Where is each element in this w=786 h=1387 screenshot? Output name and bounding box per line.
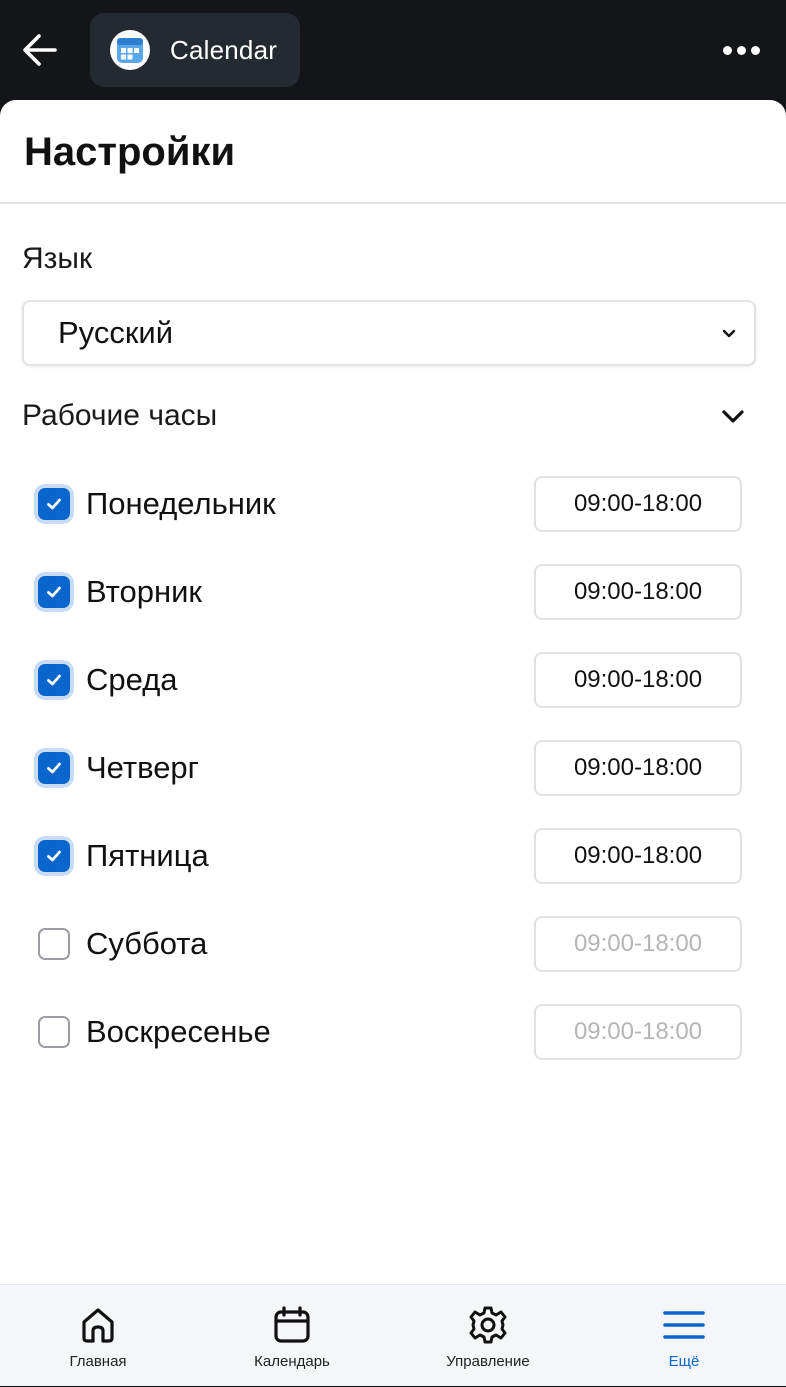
page-title: Настройки <box>24 130 236 174</box>
day-checkbox[interactable] <box>38 488 70 520</box>
day-row-sunday: Воскресенье 09:00-18:00 <box>0 1004 786 1060</box>
checkmark-icon <box>47 498 61 510</box>
checkmark-icon <box>47 586 61 598</box>
nav-label: Календарь <box>254 1353 330 1370</box>
nav-label: Главная <box>69 1353 127 1370</box>
chevron-down-icon <box>722 329 736 338</box>
day-label: Вторник <box>86 574 202 609</box>
chevron-down-icon <box>722 410 744 423</box>
day-label: Четверг <box>86 750 199 785</box>
day-row-tuesday: Вторник 09:00-18:00 <box>0 564 786 620</box>
settings-sheet: Настройки Язык Русский Рабочие часы Поне… <box>0 100 786 1284</box>
nav-item-calendar[interactable]: Календарь <box>194 1285 390 1387</box>
bottom-nav: Главная Календарь Управление Ещё <box>0 1284 786 1386</box>
hours-input[interactable]: 09:00-18:00 <box>534 564 742 620</box>
checkmark-icon <box>47 762 61 774</box>
top-bar: Calendar <box>0 0 786 100</box>
calendar-app-icon <box>110 30 150 70</box>
day-row-monday: Понедельник 09:00-18:00 <box>0 476 786 532</box>
nav-item-manage[interactable]: Управление <box>390 1285 586 1387</box>
nav-item-home[interactable]: Главная <box>0 1285 196 1387</box>
back-button[interactable] <box>18 28 62 72</box>
more-button[interactable] <box>716 30 766 70</box>
nav-label: Управление <box>446 1353 530 1370</box>
arrow-left-icon <box>23 34 57 66</box>
day-checkbox[interactable] <box>38 928 70 960</box>
language-label: Язык <box>22 242 93 275</box>
day-checkbox[interactable] <box>38 752 70 784</box>
checkmark-icon <box>47 674 61 686</box>
hours-input[interactable]: 09:00-18:00 <box>534 652 742 708</box>
day-label: Суббота <box>86 926 208 961</box>
day-checkbox[interactable] <box>38 576 70 608</box>
checkmark-icon <box>47 850 61 862</box>
hours-input[interactable]: 09:00-18:00 <box>534 916 742 972</box>
day-row-friday: Пятница 09:00-18:00 <box>0 828 786 884</box>
day-label: Пятница <box>86 838 209 873</box>
app-chip[interactable]: Calendar <box>90 13 300 87</box>
working-hours-label: Рабочие часы <box>22 399 218 432</box>
calendar-icon <box>271 1303 313 1347</box>
day-row-saturday: Суббота 09:00-18:00 <box>0 916 786 972</box>
day-row-thursday: Четверг 09:00-18:00 <box>0 740 786 796</box>
more-horizontal-icon <box>722 45 732 55</box>
day-row-wednesday: Среда 09:00-18:00 <box>0 652 786 708</box>
day-label: Понедельник <box>86 486 276 521</box>
language-select-value: Русский <box>58 315 174 350</box>
app-title: Calendar <box>170 34 278 65</box>
working-hours-toggle[interactable]: Рабочие часы <box>22 394 756 438</box>
day-checkbox[interactable] <box>38 664 70 696</box>
language-select[interactable]: Русский <box>22 300 756 366</box>
nav-label: Ещё <box>668 1353 700 1370</box>
day-label: Воскресенье <box>86 1014 271 1049</box>
divider <box>0 202 786 204</box>
day-checkbox[interactable] <box>38 840 70 872</box>
hours-input[interactable]: 09:00-18:00 <box>534 476 742 532</box>
menu-icon <box>662 1303 706 1347</box>
hours-input[interactable]: 09:00-18:00 <box>534 740 742 796</box>
hours-input[interactable]: 09:00-18:00 <box>534 1004 742 1060</box>
day-label: Среда <box>86 662 178 697</box>
nav-item-more[interactable]: Ещё <box>586 1285 782 1387</box>
day-checkbox[interactable] <box>38 1016 70 1048</box>
hours-input[interactable]: 09:00-18:00 <box>534 828 742 884</box>
gear-icon <box>467 1303 509 1347</box>
home-icon <box>78 1303 118 1347</box>
